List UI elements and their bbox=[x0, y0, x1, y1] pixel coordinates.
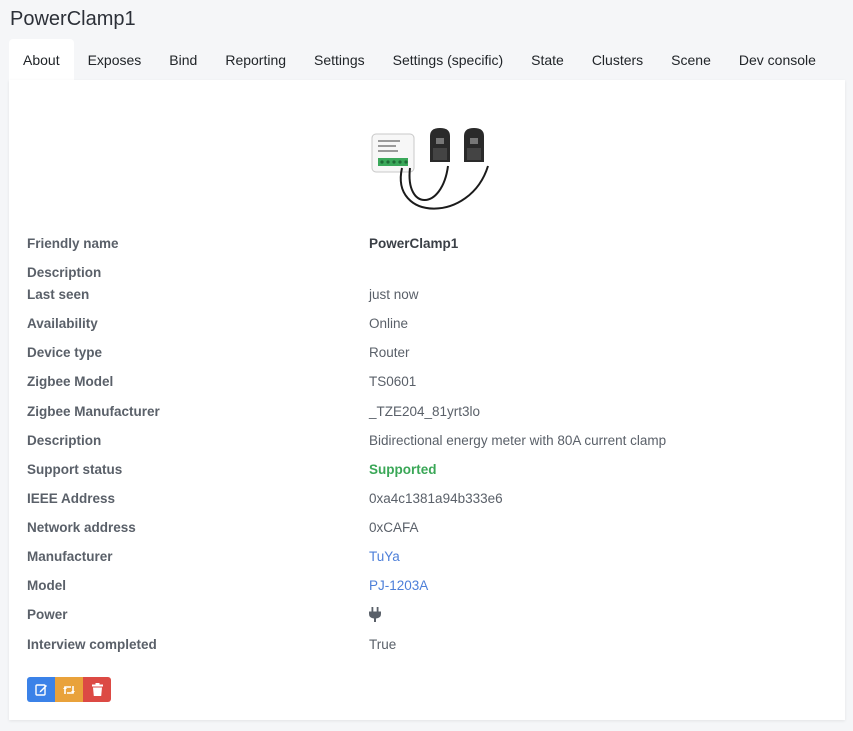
prop-value-wrap: TuYa bbox=[369, 549, 400, 564]
manufacturer-link[interactable]: TuYa bbox=[369, 549, 400, 564]
prop-label: Description bbox=[27, 433, 102, 448]
prop-availability: Availability Online bbox=[27, 316, 827, 336]
prop-zigbee-model: Zigbee Model TS0601 bbox=[27, 374, 827, 394]
prop-manufacturer: Manufacturer TuYa bbox=[27, 549, 827, 569]
edit-button[interactable] bbox=[27, 677, 55, 702]
remove-button[interactable] bbox=[83, 677, 111, 702]
plug-icon bbox=[369, 607, 381, 625]
prop-label: Model bbox=[27, 578, 66, 593]
prop-value: True bbox=[369, 637, 397, 652]
prop-device-description: Description Bidirectional energy meter w… bbox=[27, 433, 827, 453]
prop-network-address: Network address 0xCAFA bbox=[27, 520, 827, 540]
prop-label: Interview completed bbox=[27, 637, 157, 652]
edit-icon bbox=[34, 684, 47, 696]
prop-support-status: Support status Supported bbox=[27, 462, 827, 482]
model-link[interactable]: PJ-1203A bbox=[369, 578, 428, 593]
tab-state[interactable]: State bbox=[517, 39, 578, 80]
prop-label: Device type bbox=[27, 345, 103, 360]
prop-model: Model PJ-1203A bbox=[27, 578, 827, 598]
tab-scene[interactable]: Scene bbox=[657, 39, 725, 80]
prop-label: Network address bbox=[27, 520, 136, 535]
prop-label: Last seen bbox=[27, 287, 90, 302]
device-image bbox=[371, 128, 489, 210]
prop-value: Router bbox=[369, 345, 410, 360]
prop-value: TS0601 bbox=[369, 374, 417, 389]
tab-reporting[interactable]: Reporting bbox=[211, 39, 300, 80]
prop-friendly-name: Friendly name PowerClamp1 bbox=[27, 236, 827, 256]
prop-value-wrap: PJ-1203A bbox=[369, 578, 428, 593]
prop-value: Online bbox=[369, 316, 409, 331]
rename-button[interactable] bbox=[55, 677, 83, 702]
prop-value: 0xa4c1381a94b333e6 bbox=[369, 491, 503, 506]
prop-label: Availability bbox=[27, 316, 98, 331]
tab-settings[interactable]: Settings bbox=[300, 39, 379, 80]
prop-description: Description bbox=[27, 265, 827, 285]
about-panel: Friendly name PowerClamp1 Description La… bbox=[9, 80, 845, 720]
prop-zigbee-manufacturer: Zigbee Manufacturer _TZE204_81yrt3lo bbox=[27, 404, 827, 424]
retweet-icon bbox=[63, 685, 75, 694]
prop-label: IEEE Address bbox=[27, 491, 116, 506]
prop-ieee-address: IEEE Address 0xa4c1381a94b333e6 bbox=[27, 491, 827, 511]
support-status-value: Supported bbox=[369, 462, 437, 477]
prop-label: Zigbee Manufacturer bbox=[27, 404, 160, 419]
tab-settings-specific[interactable]: Settings (specific) bbox=[379, 39, 517, 80]
prop-last-seen: Last seen just now bbox=[27, 287, 827, 307]
device-actions bbox=[27, 677, 111, 702]
prop-value: _TZE204_81yrt3lo bbox=[369, 404, 481, 419]
tab-bind[interactable]: Bind bbox=[155, 39, 211, 80]
prop-label: Zigbee Model bbox=[27, 374, 114, 389]
prop-label: Manufacturer bbox=[27, 549, 113, 564]
prop-label: Description bbox=[27, 265, 102, 280]
prop-device-type: Device type Router bbox=[27, 345, 827, 365]
tab-about[interactable]: About bbox=[9, 39, 74, 80]
tab-exposes[interactable]: Exposes bbox=[74, 39, 156, 80]
prop-value: PowerClamp1 bbox=[369, 236, 459, 251]
prop-label: Power bbox=[27, 607, 68, 622]
tab-clusters[interactable]: Clusters bbox=[578, 39, 657, 80]
prop-label: Support status bbox=[27, 462, 123, 477]
trash-icon bbox=[91, 683, 103, 696]
prop-value: 0xCAFA bbox=[369, 520, 419, 535]
prop-power: Power bbox=[27, 607, 827, 627]
page-title: PowerClamp1 bbox=[10, 8, 136, 30]
prop-value: Bidirectional energy meter with 80A curr… bbox=[369, 433, 667, 448]
prop-value: just now bbox=[369, 287, 419, 302]
tab-bar: About Exposes Bind Reporting Settings Se… bbox=[9, 39, 844, 80]
tab-dev-console[interactable]: Dev console bbox=[725, 39, 830, 80]
prop-label: Friendly name bbox=[27, 236, 119, 251]
prop-interview-completed: Interview completed True bbox=[27, 637, 827, 657]
